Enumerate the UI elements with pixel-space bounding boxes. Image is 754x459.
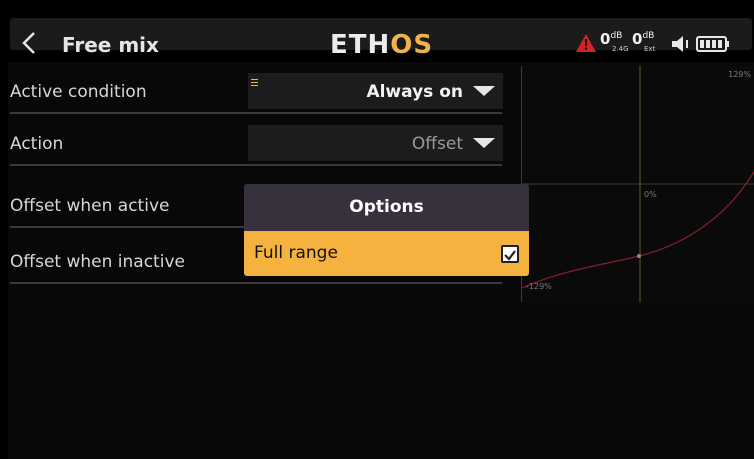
- graph-bottom-label: -129%: [526, 282, 552, 291]
- action-label: Action: [10, 134, 64, 154]
- dialog-title: Options: [349, 197, 424, 217]
- rssi-2-4g-unit: dB: [610, 31, 623, 41]
- divider: [10, 282, 502, 284]
- offset-inactive-label: Offset when inactive: [10, 252, 185, 272]
- rssi-ext-unit: dB: [642, 31, 655, 41]
- offset-active-label: Offset when active: [10, 196, 170, 216]
- logo-accent-text: OS: [390, 30, 434, 60]
- rssi-ext-value: 0: [632, 30, 643, 48]
- full-range-option[interactable]: Full range: [244, 231, 529, 276]
- rssi-2-4g: 0dB 2.4G: [600, 30, 629, 53]
- back-chevron-icon[interactable]: [22, 31, 36, 59]
- ethos-logo: ETHOS: [330, 31, 433, 59]
- row-action: Action Offset: [8, 122, 503, 166]
- rssi-ext-label: Ext: [644, 45, 656, 53]
- page-title: Free mix: [62, 33, 159, 57]
- options-dialog: Options Full range: [244, 184, 529, 276]
- active-condition-dropdown[interactable]: Always on: [248, 73, 503, 109]
- header: Free mix ETHOS 0dB 2.4G 0dB Ext: [8, 8, 754, 62]
- action-value: Offset: [411, 134, 463, 154]
- dropdown-arrow-icon: [473, 138, 495, 148]
- curve-graph-svg: [522, 66, 754, 302]
- battery-icon[interactable]: [696, 36, 730, 56]
- graph-top-label: 129%: [728, 70, 751, 79]
- curve-graph: 129% 0% -129%: [521, 66, 754, 302]
- divider: [10, 164, 502, 166]
- status-area: 0dB 2.4G 0dB Ext: [576, 30, 746, 58]
- warning-icon[interactable]: [576, 34, 596, 56]
- drag-handle-icon: [251, 79, 258, 88]
- graph-center-label: 0%: [644, 190, 657, 199]
- rssi-ext: 0dB Ext: [632, 30, 655, 53]
- speaker-icon[interactable]: [670, 34, 692, 58]
- active-condition-value: Always on: [366, 82, 463, 102]
- action-dropdown[interactable]: Offset: [248, 125, 503, 161]
- full-range-label: Full range: [254, 243, 338, 263]
- curve-point: [637, 254, 641, 258]
- curve-line: [522, 170, 754, 289]
- dropdown-arrow-icon: [473, 86, 495, 96]
- logo-main-text: ETH: [330, 30, 391, 60]
- divider: [10, 112, 502, 114]
- full-range-checkbox[interactable]: [501, 245, 519, 263]
- header-bar: Free mix ETHOS 0dB 2.4G 0dB Ext: [10, 18, 752, 59]
- active-condition-label: Active condition: [10, 82, 147, 102]
- rssi-2-4g-value: 0: [600, 30, 611, 48]
- rssi-2-4g-label: 2.4G: [612, 45, 629, 53]
- row-active-condition: Active condition Always on: [8, 70, 503, 114]
- screen: Free mix ETHOS 0dB 2.4G 0dB Ext Active c…: [8, 8, 754, 459]
- checkmark-icon: [504, 250, 516, 261]
